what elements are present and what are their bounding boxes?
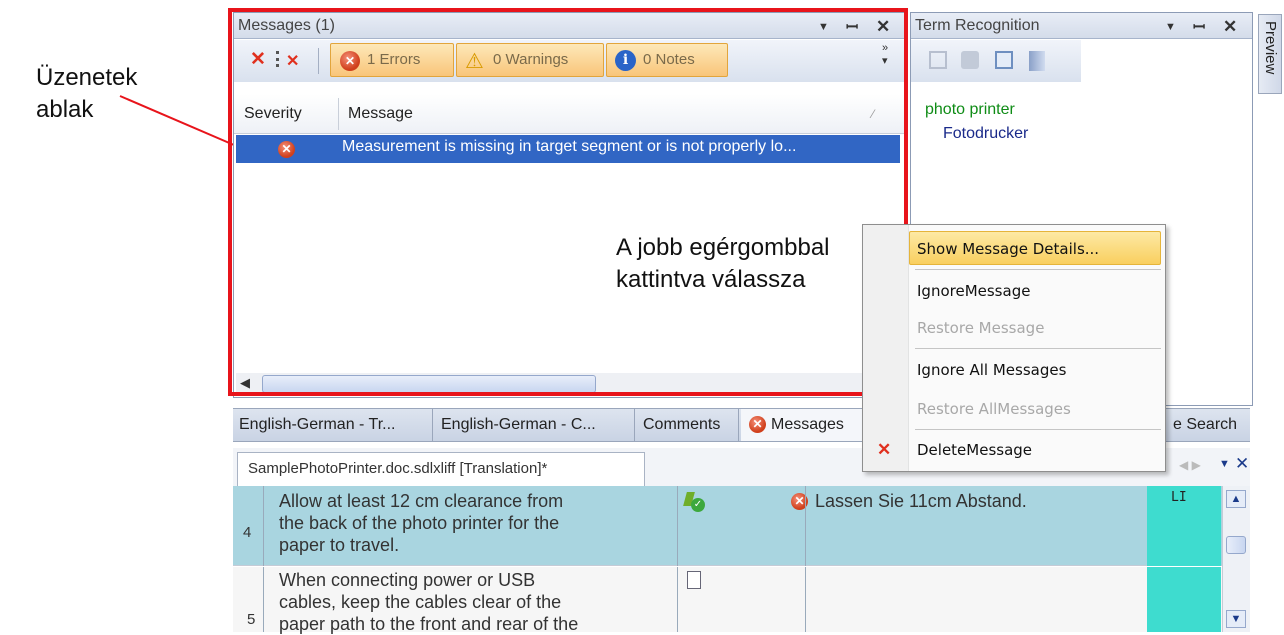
- source-line-2: the back of the photo printer for the: [279, 513, 560, 533]
- context-menu: Show Message Details... IgnoreMessage Re…: [862, 224, 1166, 472]
- term-tool-icon-4[interactable]: [1029, 51, 1045, 71]
- term-pin-icon[interactable]: ꟷ: [1193, 17, 1205, 37]
- delete-message-icon: ✕: [877, 440, 892, 459]
- term-toolbar: [911, 40, 1081, 82]
- status-column: LI: [1147, 486, 1221, 566]
- menu-item-show-message-details[interactable]: Show Message Details...: [917, 240, 1099, 258]
- annotation-line-3: A jobb egérgombbal: [616, 234, 830, 261]
- segment-row-5[interactable]: 5 When connecting power or USB cables, k…: [233, 567, 1250, 635]
- status-divider: [805, 567, 806, 632]
- document-tab-label: SamplePhotoPrinter.doc.sdlxliff [Transla…: [248, 460, 548, 477]
- term-dropdown-icon[interactable]: ▼: [1165, 21, 1176, 33]
- status-divider: [805, 486, 806, 566]
- document-status-icon[interactable]: [687, 571, 701, 589]
- source-line-3: paper to travel.: [279, 535, 400, 555]
- segment-number: 4: [243, 524, 252, 541]
- target-term[interactable]: Fotodrucker: [943, 125, 1028, 143]
- tab-english-german-c[interactable]: English-German - C...: [435, 409, 635, 441]
- source-line-1: When connecting power or USB: [279, 570, 536, 590]
- segnum-divider: [263, 567, 264, 632]
- tab-messages[interactable]: ✕ Messages: [741, 409, 871, 441]
- messages-tab-error-icon: ✕: [749, 416, 766, 433]
- source-target-divider: [677, 567, 678, 632]
- target-text[interactable]: Lassen Sie 11cm Abstand.: [815, 490, 1027, 512]
- doc-dropdown-icon[interactable]: ▼: [1219, 458, 1230, 470]
- source-line-1: Allow at least 12 cm clearance from: [279, 491, 564, 511]
- source-text[interactable]: Allow at least 12 cm clearance from the …: [279, 490, 563, 556]
- source-text[interactable]: When connecting power or USB cables, kee…: [279, 569, 578, 635]
- menu-separator: [915, 429, 1161, 430]
- annotation-line-4: kattintva válassza: [616, 266, 806, 293]
- term-title-text: Term Recognition: [915, 17, 1040, 34]
- source-term[interactable]: photo printer: [925, 101, 1015, 119]
- preview-tab-label: Preview: [1262, 21, 1279, 75]
- tab-messages-label: Messages: [771, 416, 844, 433]
- term-tool-icon-1[interactable]: [929, 51, 947, 69]
- scroll-up-icon[interactable]: ▲: [1226, 490, 1246, 508]
- source-line-2: cables, keep the cables clear of the: [279, 592, 562, 612]
- nav-back-icon[interactable]: ◀ ▶: [1179, 458, 1201, 472]
- menu-item-delete-message[interactable]: DeleteMessage: [917, 441, 1032, 459]
- document-tab[interactable]: SamplePhotoPrinter.doc.sdlxliff [Transla…: [237, 452, 645, 486]
- term-tool-icon-3[interactable]: [995, 51, 1013, 69]
- segnum-divider: [263, 486, 264, 566]
- highlight-frame: [228, 8, 908, 396]
- menu-item-ignore-all-messages[interactable]: Ignore All Messages: [917, 361, 1066, 379]
- menu-item-restore-all-messages[interactable]: Restore AllMessages: [917, 400, 1071, 418]
- scroll-thumb[interactable]: [1226, 536, 1246, 554]
- tab-search[interactable]: e Search: [1167, 409, 1249, 441]
- tab-english-german-tr[interactable]: English-German - Tr...: [233, 409, 433, 441]
- menu-separator: [915, 348, 1161, 349]
- editor-vertical-scrollbar[interactable]: ▲ ▼: [1222, 486, 1250, 632]
- segment-row-4[interactable]: 4 Allow at least 12 cm clearance from th…: [233, 486, 1250, 566]
- term-tool-icon-2[interactable]: [961, 51, 979, 69]
- menu-item-ignore-message[interactable]: IgnoreMessage: [917, 282, 1030, 300]
- doc-close-icon[interactable]: ✕: [1235, 454, 1249, 474]
- menu-item-restore-message[interactable]: Restore Message: [917, 319, 1044, 337]
- confirmed-status-icon[interactable]: ✓: [683, 492, 705, 514]
- menu-separator: [915, 269, 1161, 270]
- annotation-right-click: A jobb egérgombbal kattintva válassza: [616, 232, 830, 296]
- source-target-divider: [677, 486, 678, 566]
- term-close-icon[interactable]: ✕: [1223, 17, 1237, 37]
- scroll-down-icon[interactable]: ▼: [1226, 610, 1246, 628]
- tab-comments[interactable]: Comments: [637, 409, 739, 441]
- preview-side-tab[interactable]: Preview: [1258, 14, 1282, 94]
- status-code: LI: [1171, 490, 1187, 505]
- status-column: [1147, 567, 1221, 632]
- segment-number: 5: [247, 611, 256, 628]
- menu-icon-gutter: [863, 225, 909, 471]
